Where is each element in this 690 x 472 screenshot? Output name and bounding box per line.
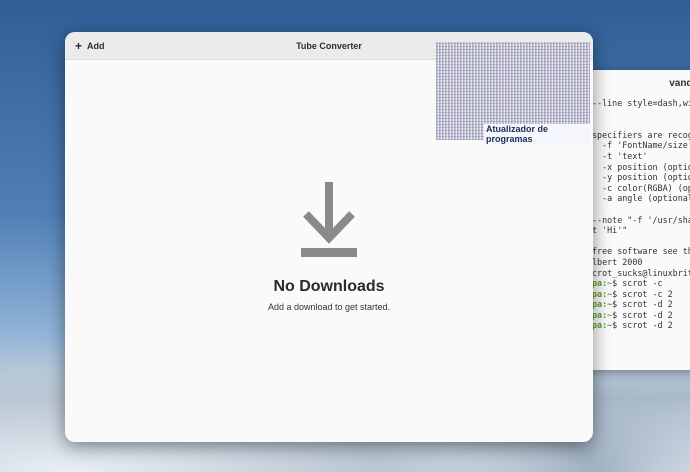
updater-label: Atualizador de programas — [484, 124, 590, 144]
add-button-label: Add — [87, 40, 105, 51]
empty-subtitle: Add a download to get started. — [267, 302, 391, 312]
terminal-prompt: pa:~ — [592, 278, 613, 289]
terminal-prompt: pa:~ — [592, 320, 613, 331]
empty-title: No Downloads — [273, 278, 385, 295]
terminal-line: --note "-f '/usr/shar — [592, 214, 690, 225]
add-button[interactable]: + Add — [75, 38, 105, 53]
terminal-line: pa:~$ scrot -d 2 — [592, 309, 673, 320]
terminal-line: t 'Hi'" — [592, 225, 628, 236]
terminal-line: -c color(RGBA) (opt — [592, 182, 690, 193]
terminal-line: specifiers are recogn — [592, 129, 690, 140]
updater-overlay: Atualizador de programas — [436, 42, 590, 144]
terminal-line: free software see the — [592, 246, 690, 257]
terminal-prompt: pa:~ — [592, 288, 613, 299]
terminal-line: pa:~$ scrot -d 2 — [592, 299, 673, 310]
terminal-line: -t 'text' — [592, 150, 648, 161]
terminal-prompt: pa:~ — [592, 309, 613, 320]
empty-state: No Downloads Add a download to get start… — [65, 182, 593, 312]
terminal-line: -a angle (optional) — [592, 193, 690, 204]
plus-icon: + — [75, 38, 83, 53]
terminal-line: pa:~$ scrot -c — [592, 278, 663, 289]
terminal-line: -x position (option — [592, 161, 690, 172]
terminal-prompt: pa:~ — [592, 299, 613, 310]
terminal-line: -y position (option — [592, 172, 690, 183]
terminal-line: lbert 2000 — [592, 256, 643, 267]
terminal-line: pa:~$ scrot -d 2 — [592, 320, 673, 331]
download-arrow-icon — [301, 182, 357, 257]
terminal-line: -f 'FontName/size' — [592, 140, 690, 151]
terminal-line: pa:~$ scrot -c 2 — [592, 288, 673, 299]
terminal-line: crot_sucks@linuxbrit. — [592, 267, 690, 278]
terminal-line: --line style=dash,wid — [592, 98, 690, 108]
